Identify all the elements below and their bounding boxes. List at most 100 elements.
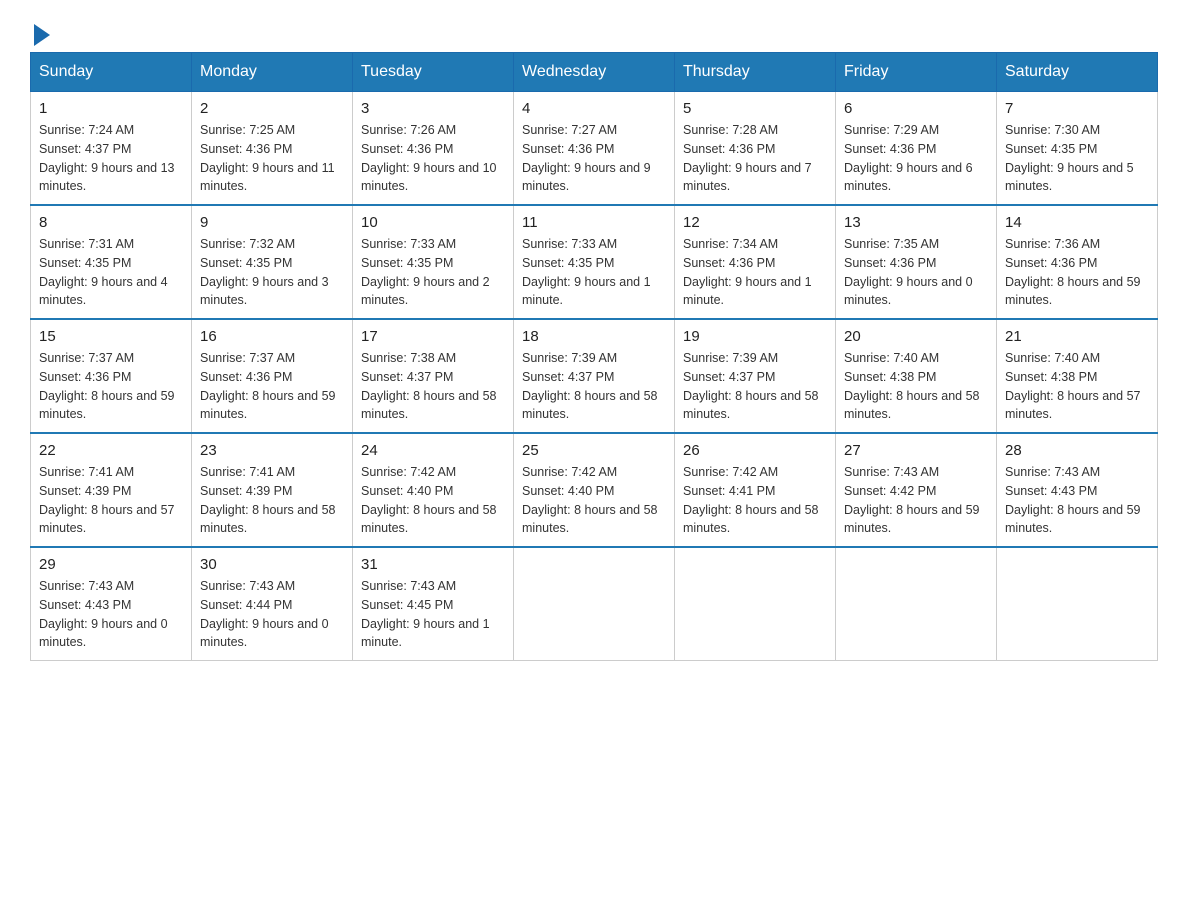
day-number: 22	[39, 442, 183, 459]
day-number: 5	[683, 100, 827, 117]
day-number: 17	[361, 328, 505, 345]
day-info: Sunrise: 7:37 AMSunset: 4:36 PMDaylight:…	[200, 349, 344, 424]
calendar-cell	[514, 547, 675, 661]
day-info: Sunrise: 7:28 AMSunset: 4:36 PMDaylight:…	[683, 121, 827, 196]
calendar-cell: 31 Sunrise: 7:43 AMSunset: 4:45 PMDayligh…	[353, 547, 514, 661]
day-header-thursday: Thursday	[675, 53, 836, 92]
calendar-cell: 25 Sunrise: 7:42 AMSunset: 4:40 PMDayligh…	[514, 433, 675, 547]
calendar-cell: 2 Sunrise: 7:25 AMSunset: 4:36 PMDaylight…	[192, 92, 353, 206]
day-number: 3	[361, 100, 505, 117]
day-info: Sunrise: 7:38 AMSunset: 4:37 PMDaylight:…	[361, 349, 505, 424]
calendar-cell: 9 Sunrise: 7:32 AMSunset: 4:35 PMDaylight…	[192, 205, 353, 319]
day-info: Sunrise: 7:39 AMSunset: 4:37 PMDaylight:…	[522, 349, 666, 424]
calendar-cell: 23 Sunrise: 7:41 AMSunset: 4:39 PMDayligh…	[192, 433, 353, 547]
day-info: Sunrise: 7:43 AMSunset: 4:45 PMDaylight:…	[361, 577, 505, 652]
day-info: Sunrise: 7:32 AMSunset: 4:35 PMDaylight:…	[200, 235, 344, 310]
calendar-cell: 11Sunrise: 7:33 AMSunset: 4:35 PMDayligh…	[514, 205, 675, 319]
calendar-cell: 6 Sunrise: 7:29 AMSunset: 4:36 PMDaylight…	[836, 92, 997, 206]
day-number: 19	[683, 328, 827, 345]
day-info: Sunrise: 7:24 AMSunset: 4:37 PMDaylight:…	[39, 121, 183, 196]
day-number: 15	[39, 328, 183, 345]
day-info: Sunrise: 7:43 AMSunset: 4:43 PMDaylight:…	[39, 577, 183, 652]
calendar-cell: 14 Sunrise: 7:36 AMSunset: 4:36 PMDayligh…	[997, 205, 1158, 319]
calendar-cell: 3 Sunrise: 7:26 AMSunset: 4:36 PMDaylight…	[353, 92, 514, 206]
header-row: SundayMondayTuesdayWednesdayThursdayFrid…	[31, 53, 1158, 92]
day-info: Sunrise: 7:31 AMSunset: 4:35 PMDaylight:…	[39, 235, 183, 310]
week-row-3: 15 Sunrise: 7:37 AMSunset: 4:36 PMDayligh…	[31, 319, 1158, 433]
day-header-saturday: Saturday	[997, 53, 1158, 92]
day-info: Sunrise: 7:43 AMSunset: 4:42 PMDaylight:…	[844, 463, 988, 538]
calendar-cell: 24Sunrise: 7:42 AMSunset: 4:40 PMDayligh…	[353, 433, 514, 547]
day-info: Sunrise: 7:39 AMSunset: 4:37 PMDaylight:…	[683, 349, 827, 424]
day-header-sunday: Sunday	[31, 53, 192, 92]
calendar-cell: 18 Sunrise: 7:39 AMSunset: 4:37 PMDayligh…	[514, 319, 675, 433]
day-number: 20	[844, 328, 988, 345]
calendar-cell: 20 Sunrise: 7:40 AMSunset: 4:38 PMDayligh…	[836, 319, 997, 433]
calendar-cell: 1 Sunrise: 7:24 AMSunset: 4:37 PMDaylight…	[31, 92, 192, 206]
calendar-cell: 12 Sunrise: 7:34 AMSunset: 4:36 PMDayligh…	[675, 205, 836, 319]
calendar-cell: 29Sunrise: 7:43 AMSunset: 4:43 PMDayligh…	[31, 547, 192, 661]
week-row-2: 8 Sunrise: 7:31 AMSunset: 4:35 PMDaylight…	[31, 205, 1158, 319]
day-number: 1	[39, 100, 183, 117]
calendar-cell: 4Sunrise: 7:27 AMSunset: 4:36 PMDaylight…	[514, 92, 675, 206]
day-info: Sunrise: 7:35 AMSunset: 4:36 PMDaylight:…	[844, 235, 988, 310]
calendar-cell: 10 Sunrise: 7:33 AMSunset: 4:35 PMDayligh…	[353, 205, 514, 319]
day-number: 16	[200, 328, 344, 345]
day-number: 4	[522, 100, 666, 117]
day-info: Sunrise: 7:37 AMSunset: 4:36 PMDaylight:…	[39, 349, 183, 424]
week-row-1: 1 Sunrise: 7:24 AMSunset: 4:37 PMDaylight…	[31, 92, 1158, 206]
day-number: 18	[522, 328, 666, 345]
day-info: Sunrise: 7:40 AMSunset: 4:38 PMDaylight:…	[1005, 349, 1149, 424]
day-info: Sunrise: 7:34 AMSunset: 4:36 PMDaylight:…	[683, 235, 827, 310]
day-number: 31	[361, 556, 505, 573]
calendar-cell: 13 Sunrise: 7:35 AMSunset: 4:36 PMDayligh…	[836, 205, 997, 319]
calendar-cell: 28Sunrise: 7:43 AMSunset: 4:43 PMDayligh…	[997, 433, 1158, 547]
day-info: Sunrise: 7:33 AMSunset: 4:35 PMDaylight:…	[361, 235, 505, 310]
calendar-cell: 26Sunrise: 7:42 AMSunset: 4:41 PMDayligh…	[675, 433, 836, 547]
day-number: 27	[844, 442, 988, 459]
day-info: Sunrise: 7:41 AMSunset: 4:39 PMDaylight:…	[200, 463, 344, 538]
day-info: Sunrise: 7:43 AMSunset: 4:44 PMDaylight:…	[200, 577, 344, 652]
day-number: 21	[1005, 328, 1149, 345]
day-number: 13	[844, 214, 988, 231]
day-info: Sunrise: 7:26 AMSunset: 4:36 PMDaylight:…	[361, 121, 505, 196]
day-number: 25	[522, 442, 666, 459]
day-number: 23	[200, 442, 344, 459]
logo	[30, 20, 50, 42]
calendar-cell	[997, 547, 1158, 661]
calendar-table: SundayMondayTuesdayWednesdayThursdayFrid…	[30, 52, 1158, 661]
day-info: Sunrise: 7:29 AMSunset: 4:36 PMDaylight:…	[844, 121, 988, 196]
day-number: 6	[844, 100, 988, 117]
day-number: 12	[683, 214, 827, 231]
day-number: 2	[200, 100, 344, 117]
calendar-cell: 16 Sunrise: 7:37 AMSunset: 4:36 PMDayligh…	[192, 319, 353, 433]
calendar-cell: 19 Sunrise: 7:39 AMSunset: 4:37 PMDayligh…	[675, 319, 836, 433]
page-header	[30, 20, 1158, 42]
day-number: 10	[361, 214, 505, 231]
day-header-wednesday: Wednesday	[514, 53, 675, 92]
day-info: Sunrise: 7:25 AMSunset: 4:36 PMDaylight:…	[200, 121, 344, 196]
day-number: 30	[200, 556, 344, 573]
day-info: Sunrise: 7:41 AMSunset: 4:39 PMDaylight:…	[39, 463, 183, 538]
day-info: Sunrise: 7:30 AMSunset: 4:35 PMDaylight:…	[1005, 121, 1149, 196]
day-number: 11	[522, 214, 666, 231]
day-info: Sunrise: 7:42 AMSunset: 4:40 PMDaylight:…	[522, 463, 666, 538]
day-info: Sunrise: 7:36 AMSunset: 4:36 PMDaylight:…	[1005, 235, 1149, 310]
calendar-cell	[836, 547, 997, 661]
calendar-cell: 7 Sunrise: 7:30 AMSunset: 4:35 PMDaylight…	[997, 92, 1158, 206]
day-info: Sunrise: 7:43 AMSunset: 4:43 PMDaylight:…	[1005, 463, 1149, 538]
day-number: 7	[1005, 100, 1149, 117]
day-number: 8	[39, 214, 183, 231]
day-info: Sunrise: 7:42 AMSunset: 4:41 PMDaylight:…	[683, 463, 827, 538]
calendar-cell: 8 Sunrise: 7:31 AMSunset: 4:35 PMDaylight…	[31, 205, 192, 319]
day-number: 9	[200, 214, 344, 231]
day-number: 14	[1005, 214, 1149, 231]
day-info: Sunrise: 7:40 AMSunset: 4:38 PMDaylight:…	[844, 349, 988, 424]
week-row-5: 29Sunrise: 7:43 AMSunset: 4:43 PMDayligh…	[31, 547, 1158, 661]
calendar-cell	[675, 547, 836, 661]
calendar-cell: 22 Sunrise: 7:41 AMSunset: 4:39 PMDayligh…	[31, 433, 192, 547]
calendar-cell: 21 Sunrise: 7:40 AMSunset: 4:38 PMDayligh…	[997, 319, 1158, 433]
day-number: 24	[361, 442, 505, 459]
calendar-cell: 27 Sunrise: 7:43 AMSunset: 4:42 PMDayligh…	[836, 433, 997, 547]
logo-arrow-icon	[34, 24, 50, 46]
